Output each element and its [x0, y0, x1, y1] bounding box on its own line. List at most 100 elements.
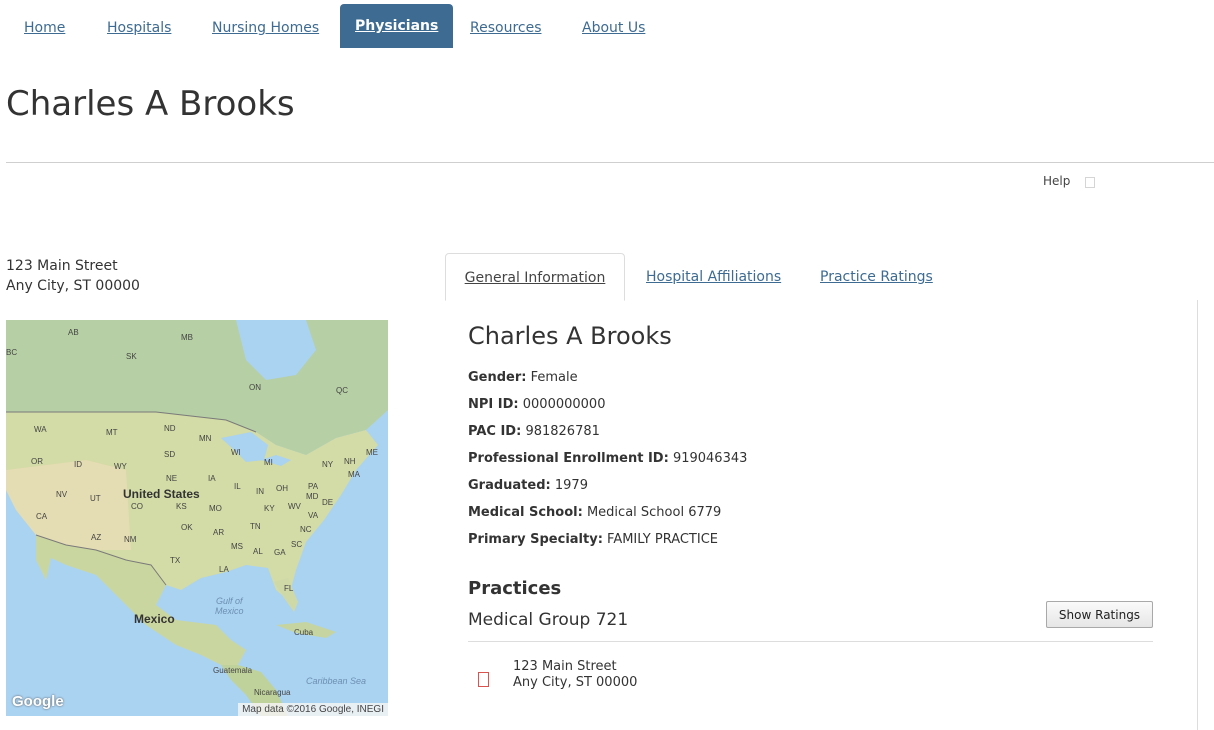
detail-label: PAC ID: [468, 424, 522, 439]
map-label-oh: OH [276, 484, 288, 493]
detail-row-medical-school: Medical School: Medical School 6779 [468, 499, 747, 526]
map-label-md: MD [306, 492, 319, 501]
map-label-fl: FL [284, 584, 294, 593]
map-label-mo: MO [209, 504, 222, 513]
map-label-united-states: United States [123, 487, 200, 501]
map-label-nm: NM [124, 535, 137, 544]
map-label-ms: MS [231, 542, 243, 551]
map-label-nh: NH [344, 457, 356, 466]
detail-label: NPI ID: [468, 397, 519, 412]
map-label-ab: AB [68, 328, 79, 337]
nav-hospitals-link[interactable]: Hospitals [107, 20, 171, 36]
nav-about-us-link[interactable]: About Us [582, 20, 645, 36]
map-label-sd: SD [164, 450, 176, 459]
show-ratings-button[interactable]: Show Ratings [1046, 601, 1153, 628]
page-title: Charles A Brooks [6, 84, 295, 124]
map-label-cuba: Cuba [294, 628, 314, 637]
map-label-az: AZ [91, 533, 102, 542]
map-label-ne: NE [166, 474, 178, 483]
map-label-la: LA [219, 565, 229, 574]
nav-nursing-homes-link[interactable]: Nursing Homes [212, 20, 319, 36]
help-link[interactable]: Help [1043, 174, 1070, 188]
map-label-co: CO [131, 502, 143, 511]
map-label-gulf-of: Gulf of [216, 596, 243, 606]
nav-resources-link[interactable]: Resources [470, 20, 542, 36]
map-label-mn: MN [199, 434, 212, 443]
google-logo[interactable]: Google [12, 693, 64, 710]
map-label-sk: SK [126, 352, 137, 361]
practice-address-line-2: Any City, ST 00000 [513, 675, 638, 690]
title-divider [6, 162, 1214, 163]
detail-value: 1979 [554, 478, 588, 493]
map-label-sc: SC [291, 540, 303, 549]
map-label-tn: TN [250, 522, 261, 531]
detail-row-graduated: Graduated: 1979 [468, 472, 747, 499]
detail-label: Graduated: [468, 478, 551, 493]
map-label-wa: WA [34, 425, 47, 434]
map-label-nd: ND [164, 424, 176, 433]
practice-divider [468, 641, 1153, 642]
map-label-ma: MA [348, 470, 360, 479]
practice-address-line-1: 123 Main Street [513, 659, 617, 674]
top-nav: Home Hospitals Nursing Homes Physicians … [0, 0, 1214, 50]
detail-row-primary-specialty: Primary Specialty: FAMILY PRACTICE [468, 526, 747, 553]
map-label-il: IL [234, 482, 241, 491]
location-pin-icon [478, 672, 489, 687]
map-label-ca: CA [36, 512, 48, 521]
map-label-nv: NV [56, 490, 68, 499]
map-credit[interactable]: Map data ©2016 Google, INEGI [238, 703, 388, 716]
map-label-caribbean-sea: Caribbean Sea [306, 676, 367, 686]
map-label-ia: IA [208, 474, 216, 483]
general-information-panel: Charles A Brooks Gender: Female NPI ID: … [445, 300, 1198, 730]
practice-address: 123 Main Street Any City, ST 00000 [513, 659, 637, 691]
map-label-gulf-mexico: Mexico [215, 606, 244, 616]
map-label-mt: MT [106, 428, 118, 437]
nav-home-link[interactable]: Home [24, 20, 65, 36]
map-label-ok: OK [181, 523, 193, 532]
map-label-pa: PA [308, 482, 319, 491]
map-label-in: IN [256, 487, 264, 496]
detail-value: Female [530, 370, 578, 385]
location-map[interactable]: AB MB BC SK ON QC WA MT ND MN OR ID WY S… [6, 320, 388, 716]
detail-label: Professional Enrollment ID: [468, 451, 669, 466]
practices-heading: Practices [468, 578, 562, 599]
detail-label: Primary Specialty: [468, 532, 603, 547]
detail-value: 981826781 [525, 424, 600, 439]
detail-row-pac-id: PAC ID: 981826781 [468, 418, 747, 445]
detail-label: Gender: [468, 370, 527, 385]
nav-physicians-tab[interactable]: Physicians [340, 4, 454, 48]
tab-general-information[interactable]: General Information [445, 253, 625, 301]
physician-name: Charles A Brooks [468, 322, 672, 350]
address-line-1: 123 Main Street [6, 258, 118, 274]
physician-address: 123 Main Street Any City, ST 00000 [6, 256, 140, 296]
map-label-ar: AR [213, 528, 225, 537]
map-label-or: OR [31, 457, 43, 466]
map-label-ky: KY [264, 504, 275, 513]
map-terrain [6, 320, 388, 716]
detail-value: 919046343 [672, 451, 748, 466]
detail-label: Medical School: [468, 505, 583, 520]
map-label-nicaragua: Nicaragua [254, 688, 291, 697]
map-label-wv: WV [288, 502, 301, 511]
physician-details: Gender: Female NPI ID: 0000000000 PAC ID… [468, 364, 747, 553]
tab-practice-ratings[interactable]: Practice Ratings [820, 253, 933, 301]
detail-value: FAMILY PRACTICE [607, 532, 719, 547]
map-label-mi: MI [264, 458, 273, 467]
tab-hospital-affiliations[interactable]: Hospital Affiliations [646, 253, 781, 301]
detail-row-npi-id: NPI ID: 0000000000 [468, 391, 747, 418]
map-label-de: DE [322, 498, 334, 507]
map-label-on: ON [249, 383, 261, 392]
map-label-va: VA [308, 511, 319, 520]
detail-value: Medical School 6779 [586, 505, 722, 520]
map-label-wy: WY [114, 462, 127, 471]
map-label-me: ME [366, 448, 378, 457]
map-label-al: AL [253, 547, 263, 556]
map-label-ga: GA [274, 548, 286, 557]
practice-group-name: Medical Group 721 [468, 610, 629, 630]
address-line-2: Any City, ST 00000 [6, 278, 140, 294]
map-label-qc: QC [336, 386, 348, 395]
map-label-tx: TX [170, 556, 181, 565]
map-label-ny: NY [322, 460, 334, 469]
detail-value: 0000000000 [522, 397, 606, 412]
help-icon[interactable] [1085, 177, 1095, 188]
